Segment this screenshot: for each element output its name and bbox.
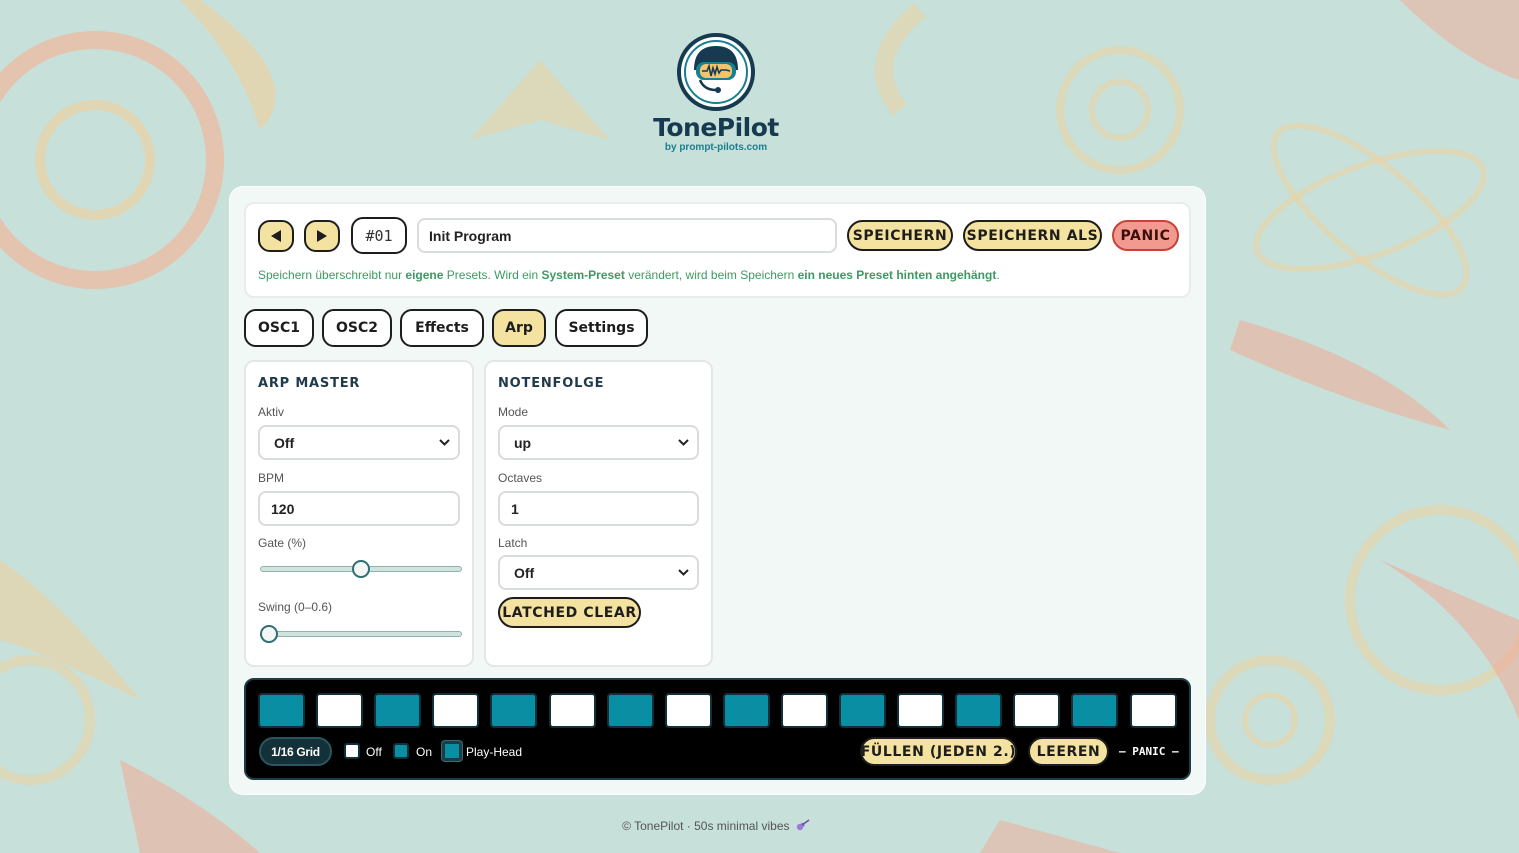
chevron-down-icon — [439, 439, 450, 446]
latched-clear-button[interactable]: LATCHED CLEAR — [498, 597, 641, 628]
brand-subtitle: by prompt-pilots.com — [664, 142, 768, 153]
sequencer-step[interactable] — [839, 693, 886, 728]
preset-bar: #01 SPEICHERN SPEICHERN ALS PANIC Speich… — [244, 202, 1191, 298]
legend-playhead-label: Play-Head — [466, 745, 523, 759]
legend-on-swatch — [393, 743, 409, 759]
main-card: #01 SPEICHERN SPEICHERN ALS PANIC Speich… — [229, 186, 1206, 795]
play-right-icon — [317, 230, 327, 242]
sequencer-step[interactable] — [548, 693, 596, 728]
footer: © TonePilot · 50s minimal vibes — [0, 819, 1432, 833]
legend-off-label: Off — [366, 745, 382, 759]
bpm-value: 120 — [271, 500, 295, 517]
bpm-label: BPM — [258, 471, 285, 485]
preset-name-input[interactable] — [417, 218, 837, 253]
swing-slider[interactable] — [260, 625, 462, 643]
brand-name: TonePilot — [653, 113, 779, 142]
sequencer-step[interactable] — [955, 693, 1003, 728]
mode-select[interactable]: up — [498, 425, 699, 460]
guitar-icon — [796, 819, 810, 831]
gate-slider-thumb[interactable] — [352, 560, 370, 578]
sequencer-step[interactable] — [897, 693, 945, 728]
fill-every-second-button[interactable]: FÜLLEN (JEDEN 2.) — [860, 737, 1017, 766]
sequencer-step[interactable] — [1071, 693, 1119, 728]
sequencer-step[interactable] — [316, 693, 364, 728]
chevron-down-icon — [678, 439, 689, 446]
legend-playhead-swatch — [442, 741, 462, 761]
mode-value: up — [514, 434, 532, 451]
sequencer-step[interactable] — [432, 693, 480, 728]
arp-master-title: ARP MASTER — [258, 376, 361, 391]
sequencer-step[interactable] — [1013, 693, 1061, 728]
sequencer-panic-label[interactable]: – PANIC – — [1119, 745, 1179, 758]
slider-track — [260, 631, 462, 637]
save-as-button[interactable]: SPEICHERN ALS — [963, 220, 1102, 251]
swing-slider-thumb[interactable] — [260, 625, 278, 643]
tab-settings[interactable]: Settings — [555, 309, 648, 347]
legend-off-swatch — [344, 743, 360, 759]
tab-osc1[interactable]: OSC1 — [244, 309, 314, 347]
pilot-headset-icon — [677, 33, 755, 111]
preset-number: #01 — [351, 217, 407, 254]
sequencer-step[interactable] — [664, 693, 712, 728]
aktiv-select[interactable]: Off — [258, 425, 460, 460]
gate-label: Gate (%) — [258, 536, 307, 550]
aktiv-value: Off — [274, 434, 295, 451]
footer-text: © TonePilot · 50s minimal vibes — [622, 819, 790, 833]
save-button[interactable]: SPEICHERN — [847, 220, 953, 251]
panic-button[interactable]: PANIC — [1112, 220, 1179, 251]
bpm-input[interactable]: 120 — [258, 491, 460, 526]
mode-label: Mode — [498, 405, 529, 419]
notenfolge-panel: NOTENFOLGE Mode up Octaves 1 Latch Off L… — [484, 360, 713, 667]
tab-osc2[interactable]: OSC2 — [322, 309, 392, 347]
clear-steps-button[interactable]: LEEREN — [1028, 737, 1109, 766]
arp-master-panel: ARP MASTER Aktiv Off BPM 120 Gate (%) Sw… — [244, 360, 474, 667]
sequencer-step[interactable] — [258, 693, 305, 728]
brand-logo: TonePilot by prompt-pilots.com — [640, 32, 792, 154]
sequencer-step[interactable] — [490, 693, 538, 728]
sequencer-step[interactable] — [1129, 693, 1177, 728]
notenfolge-title: NOTENFOLGE — [498, 376, 605, 391]
swing-label: Swing (0–0.6) — [258, 600, 333, 614]
tab-effects[interactable]: Effects — [400, 309, 484, 347]
octaves-input[interactable]: 1 — [498, 491, 699, 526]
chevron-down-icon — [678, 569, 689, 576]
octaves-label: Octaves — [498, 471, 543, 485]
aktiv-label: Aktiv — [258, 405, 285, 419]
grid-badge: 1/16 Grid — [259, 737, 332, 766]
step-sequencer: 1/16 Grid Off On Play-Head FÜLLEN (JEDEN… — [244, 678, 1191, 780]
next-preset-button[interactable] — [304, 220, 340, 252]
sequencer-step[interactable] — [374, 693, 422, 728]
sequencer-step[interactable] — [722, 693, 770, 728]
legend-on-label: On — [416, 745, 433, 759]
latch-select[interactable]: Off — [498, 555, 699, 590]
sequencer-step[interactable] — [606, 693, 654, 728]
latch-value: Off — [514, 564, 535, 581]
octaves-value: 1 — [511, 500, 519, 517]
gate-slider[interactable] — [260, 560, 462, 578]
latch-label: Latch — [498, 536, 528, 550]
sequencer-step[interactable] — [780, 693, 828, 728]
play-left-icon — [271, 230, 281, 242]
prev-preset-button[interactable] — [258, 220, 294, 252]
tab-arp[interactable]: Arp — [492, 309, 546, 347]
save-note: Speichern überschreibt nur eigene Preset… — [258, 268, 1000, 282]
